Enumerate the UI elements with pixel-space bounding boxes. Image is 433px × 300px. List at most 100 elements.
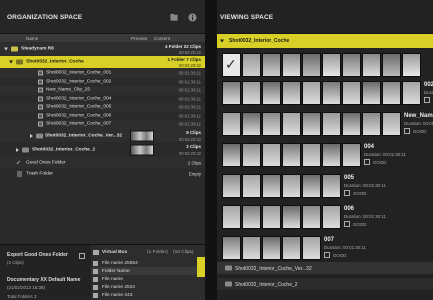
clip-frame xyxy=(282,174,301,198)
good-checkbox[interactable] xyxy=(404,128,410,134)
item-label: File name 25554 xyxy=(102,260,138,266)
folder-label: Shot0032_Interior_Coche_Ver...32 xyxy=(235,265,312,272)
info-icon[interactable] xyxy=(188,13,197,22)
new-folder-icon[interactable] xyxy=(170,13,179,22)
preview-thumbnail xyxy=(130,130,154,141)
expand-icon[interactable] xyxy=(220,39,224,43)
export-count: (2 Clips) xyxy=(7,260,24,265)
good-checkbox[interactable] xyxy=(364,159,370,165)
good-ones-folder[interactable]: ✓ Good Ones Folder 2 Clips xyxy=(0,157,205,168)
clip-frame xyxy=(302,174,321,198)
clip-strip[interactable] xyxy=(222,112,401,136)
tree-clip-row[interactable]: Shot0032_Interior_Coche_006 00:01:30:11 xyxy=(0,111,205,120)
tree-subfolder[interactable]: Shot0032_Interior_Coche_Ver...32 5 Clips… xyxy=(0,129,205,142)
clip-strip[interactable] xyxy=(222,236,321,260)
good-checkbox[interactable] xyxy=(344,221,350,227)
clip-duration: 00:01:30:11 xyxy=(178,87,201,93)
column-preview[interactable]: Preview xyxy=(131,36,147,41)
virtual-box-item[interactable]: Folder Name xyxy=(91,267,205,275)
clip-frame xyxy=(262,174,281,198)
column-name[interactable]: Name xyxy=(26,36,38,41)
tree-root-folder[interactable]: Steadycam R8 4 Folder 22 Clips 00:04:20:… xyxy=(0,43,205,55)
virtual-box-item[interactable]: File name 2534 xyxy=(91,283,205,291)
item-label: File name xyxy=(102,276,124,282)
clip-frame xyxy=(322,53,341,77)
column-content[interactable]: Content xyxy=(154,36,170,41)
clip-frame xyxy=(242,236,261,260)
panel-divider[interactable] xyxy=(205,0,217,300)
good-checkbox[interactable] xyxy=(344,190,350,196)
tree-clip-row[interactable]: Shot0032_Interior_Coche_007 00:01:30:11 xyxy=(0,120,205,129)
clip-frame xyxy=(402,81,421,105)
folder-label: Steadycam R8 xyxy=(21,46,54,52)
clip-strip[interactable] xyxy=(222,143,361,167)
clip-frame xyxy=(302,53,321,77)
tree-selected-folder[interactable]: Shot0032_Interior_Coche 1 Folder 7 Clips… xyxy=(0,56,205,68)
expand-icon[interactable] xyxy=(9,60,13,64)
viewing-space-header: VIEWING SPACE xyxy=(217,0,433,34)
clip-frame xyxy=(402,53,421,77)
clip-icon xyxy=(38,104,43,110)
folder-count: 1 Folder 7 Clips xyxy=(167,57,201,62)
collapse-icon[interactable] xyxy=(30,133,33,138)
clip-frame xyxy=(302,112,321,136)
item-label: Folder Name xyxy=(102,268,130,274)
collapse-icon[interactable] xyxy=(16,147,19,152)
clip-icon xyxy=(38,113,43,119)
panel-title: ORGANIZATION SPACE xyxy=(7,14,83,21)
clip-label: Shot0032_Interior_Coche_007 xyxy=(46,121,112,127)
virtual-box-item[interactable]: File name xyxy=(91,275,205,283)
folder-duration: 00:04:20:22 xyxy=(178,136,201,142)
clip-frame xyxy=(382,81,401,105)
clip-strip[interactable] xyxy=(222,174,341,198)
clip-duration: Duration: 00:01:30:11 xyxy=(344,183,386,188)
clip-frame xyxy=(342,81,361,105)
folder-icon xyxy=(225,265,232,271)
tree-clip-row[interactable]: Shot0032_Interior_Coche_005 00:01:30:11 xyxy=(0,103,205,112)
export-area: Export Good Ones Folder (2 Clips) Docume… xyxy=(0,244,205,300)
folder-duration: 00:04:20:22 xyxy=(178,150,201,156)
clip-frame xyxy=(282,143,301,167)
good-checkbox[interactable] xyxy=(324,252,330,258)
viewing-folder-2[interactable]: Shot0032_Interior_Coche_2 xyxy=(217,278,433,290)
clip-frame xyxy=(342,112,361,136)
tree-clip-row[interactable]: Shot0032_Interior_Coche_004 00:01:30:11 xyxy=(0,94,205,103)
clip-label: Shot0032_Interior_Coche_002 xyxy=(46,79,112,85)
virtual-box-clip-count: (10 Clips) xyxy=(173,249,194,255)
clip-icon xyxy=(38,121,43,127)
tree-clip-row[interactable]: New_Name_Clip_25 00:01:30:11 xyxy=(0,86,205,95)
clip-frame xyxy=(222,112,241,136)
clip-frame xyxy=(242,81,261,105)
clip-frame xyxy=(242,143,261,167)
clip-frame xyxy=(362,81,381,105)
clip-frame xyxy=(222,174,241,198)
clip-frame xyxy=(322,174,341,198)
file-icon xyxy=(93,268,98,274)
folder-icon xyxy=(225,281,232,287)
good-label: GOOD xyxy=(373,160,387,165)
viewing-folder-bar[interactable]: Shot0032_Interior_Coche xyxy=(217,34,433,48)
clip-frame: ✓ xyxy=(222,53,241,77)
folder-label: Shot0032_Interior_Coche_2 xyxy=(235,281,298,288)
clip-strip[interactable] xyxy=(222,81,421,105)
clip-number: 004 xyxy=(364,144,375,150)
clip-label: Shot0032_Interior_Coche_004 xyxy=(46,96,112,102)
organization-space-header: ORGANIZATION SPACE xyxy=(0,0,205,34)
tree-folder-2[interactable]: Shot0032_Interior_Coche_2 2 Clips 00:04:… xyxy=(0,143,205,156)
clip-strip-001[interactable]: ✓ xyxy=(222,53,421,77)
clip-frame xyxy=(342,143,361,167)
tree-clip-row[interactable]: Shot0032_Interior_Coche_002 00:01:30:11 xyxy=(0,77,205,86)
trash-folder[interactable]: Trash Folder Empty xyxy=(0,168,205,179)
file-icon xyxy=(93,276,98,282)
expand-icon[interactable] xyxy=(4,47,8,51)
documentary-name[interactable]: Documentary XX Default Name xyxy=(7,277,80,283)
export-checkbox[interactable] xyxy=(79,253,85,259)
tree-clip-row[interactable]: Shot0032_Interior_Coche_001 00:01:30:11 xyxy=(0,69,205,78)
virtual-box-item[interactable]: File name 243 xyxy=(91,291,205,299)
folder-count: Empty xyxy=(188,171,201,176)
clip-strip[interactable] xyxy=(222,205,341,229)
viewing-subfolder[interactable]: Shot0032_Interior_Coche_Ver...32 xyxy=(217,262,433,274)
clip-frame xyxy=(282,205,301,229)
good-checkbox[interactable] xyxy=(424,97,430,103)
virtual-box-item[interactable]: File name 25554 xyxy=(91,259,205,267)
